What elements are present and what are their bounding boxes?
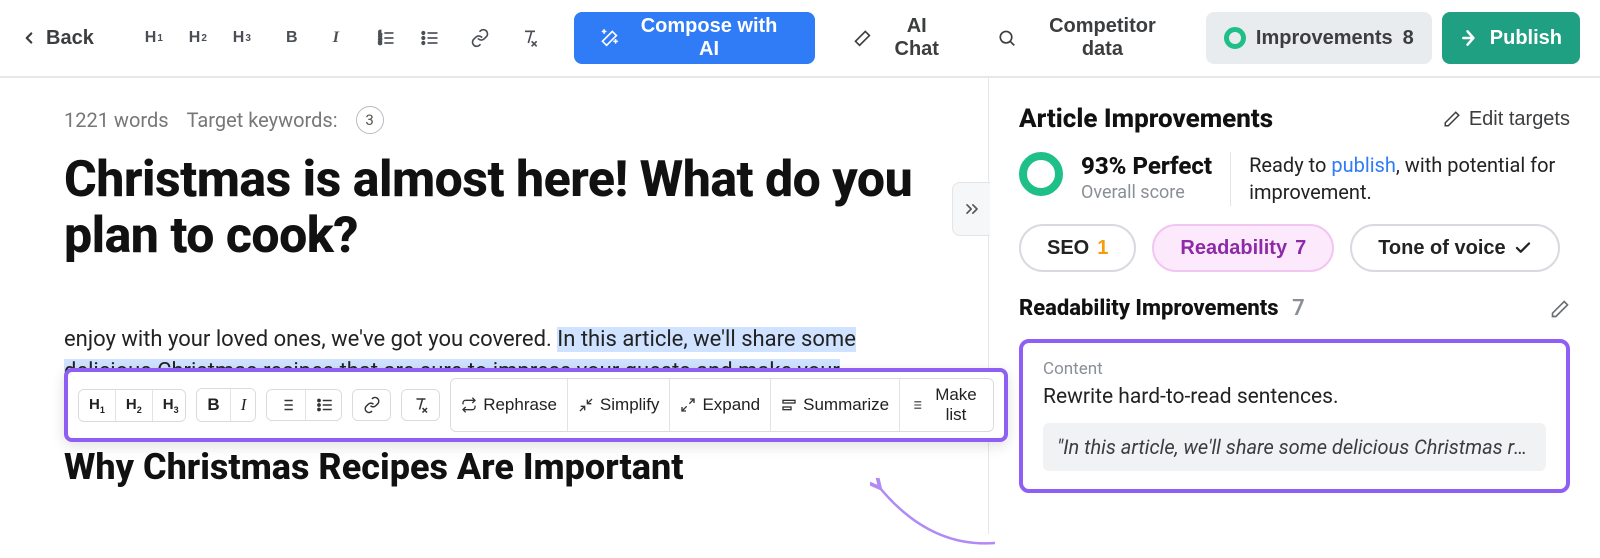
tab-readability-count: 7 [1295,237,1306,260]
publish-link[interactable]: publish [1331,153,1396,177]
pencil-icon [1550,299,1570,319]
tab-readability-label: Readability [1180,237,1287,260]
rephrase-label: Rephrase [483,395,557,415]
rephrase-button[interactable]: Rephrase [451,379,568,431]
collapse-panel-button[interactable] [952,182,990,236]
unordered-list-button[interactable] [410,17,450,59]
progress-ring-icon [1224,27,1246,49]
magic-wand-icon [600,28,620,48]
article-heading-2[interactable]: Why Christmas Recipes Are Important [64,446,938,488]
float-bold-button[interactable]: B [197,389,230,421]
competitor-label: Competitor data [1027,15,1178,61]
section-title: Readability Improvements 7 [1019,296,1305,321]
target-keywords-label: Target keywords: [187,108,338,132]
selection-toolbar: H1 H2 H3 B I Rephrase [64,368,1008,442]
summarize-label: Summarize [803,395,889,415]
bold-button[interactable]: B [272,17,312,59]
heading-h3-button[interactable]: H3 [222,17,262,59]
float-h3-button[interactable]: H3 [153,390,187,421]
article-title[interactable]: Christmas is almost here! What do you pl… [64,152,938,264]
ai-chat-button[interactable]: AI Chat [835,12,970,64]
arrow-left-icon [20,29,38,47]
competitor-data-button[interactable]: Competitor data [979,12,1196,64]
overall-score: 93% Perfect [1081,152,1212,180]
section-count: 7 [1292,296,1305,321]
tip-label: Content [1043,359,1546,379]
float-h1-button[interactable]: H1 [79,390,116,421]
simplify-label: Simplify [600,395,660,415]
improvements-panel: Article Improvements Edit targets 93% Pe… [988,78,1600,534]
simplify-button[interactable]: Simplify [568,379,671,431]
target-keywords-count[interactable]: 3 [356,106,384,134]
rephrase-icon [461,397,477,413]
word-count: 1221 words [64,108,169,132]
list-icon [910,397,923,413]
float-ordered-list-button[interactable] [267,390,306,420]
italic-button[interactable]: I [316,17,356,59]
magic-wand-icon [853,28,873,48]
heading-h1-button[interactable]: H1 [134,17,174,59]
pencil-icon [1443,110,1461,128]
heading-h2-button[interactable]: H2 [178,17,218,59]
paragraph-prefix: enjoy with your loved ones, we've got yo… [64,327,557,352]
clear-format-icon [412,396,430,414]
unordered-list-icon [420,28,440,48]
improvements-label: Improvements [1256,27,1393,50]
clear-formatting-button[interactable] [510,17,550,59]
compose-label: Compose with AI [630,15,789,61]
make-list-button[interactable]: Make list [900,379,993,431]
edit-targets-button[interactable]: Edit targets [1443,108,1570,131]
ordered-list-icon: 123 [376,28,396,48]
search-icon [997,28,1017,48]
tab-seo-count: 1 [1097,237,1108,260]
tip-quote: "In this article, we'll share some delic… [1043,423,1546,471]
expand-button[interactable]: Expand [670,379,771,431]
section-edit-button[interactable] [1550,299,1570,319]
clear-format-icon [520,28,540,48]
improvements-button[interactable]: Improvements 8 [1206,12,1432,64]
publish-label: Publish [1490,27,1562,50]
improvements-count: 8 [1403,27,1414,50]
float-clear-format-button[interactable] [402,390,440,420]
edit-targets-label: Edit targets [1469,108,1570,131]
overall-score-label: Overall score [1081,182,1212,203]
ai-chat-label: AI Chat [882,15,951,61]
back-label: Back [46,27,94,50]
expand-label: Expand [702,395,760,415]
link-button[interactable] [460,17,500,59]
summarize-icon [781,397,797,413]
check-icon [1514,239,1532,257]
link-icon [363,396,381,414]
summarize-button[interactable]: Summarize [771,379,900,431]
annotation-arrow [870,478,1000,558]
expand-icon [680,397,696,413]
chevrons-right-icon [962,199,982,219]
tab-seo[interactable]: SEO 1 [1019,224,1136,272]
unordered-list-icon [316,396,334,414]
float-unordered-list-button[interactable] [306,390,343,420]
svg-text:3: 3 [378,41,382,47]
tab-tone[interactable]: Tone of voice [1350,224,1559,272]
improvement-card[interactable]: Content Rewrite hard-to-read sentences. … [1019,339,1570,493]
publish-button[interactable]: Publish [1442,12,1580,64]
simplify-icon [578,397,594,413]
tab-tone-label: Tone of voice [1378,237,1505,260]
float-italic-button[interactable]: I [231,389,256,421]
score-ring-icon [1019,152,1063,196]
make-list-label: Make list [929,385,983,425]
arrow-right-icon [1460,28,1480,48]
score-description: Ready to publish, with potential for imp… [1230,152,1570,206]
back-button[interactable]: Back [10,21,104,56]
float-link-button[interactable] [353,390,391,420]
ordered-list-button[interactable]: 123 [366,17,406,59]
compose-with-ai-button[interactable]: Compose with AI [574,12,815,64]
ordered-list-icon [277,396,295,414]
tip-text: Rewrite hard-to-read sentences. [1043,385,1546,409]
tab-seo-label: SEO [1047,237,1089,260]
float-h2-button[interactable]: H2 [116,390,153,421]
tab-readability[interactable]: Readability 7 [1152,224,1334,272]
link-icon [470,28,490,48]
panel-title: Article Improvements [1019,104,1273,134]
